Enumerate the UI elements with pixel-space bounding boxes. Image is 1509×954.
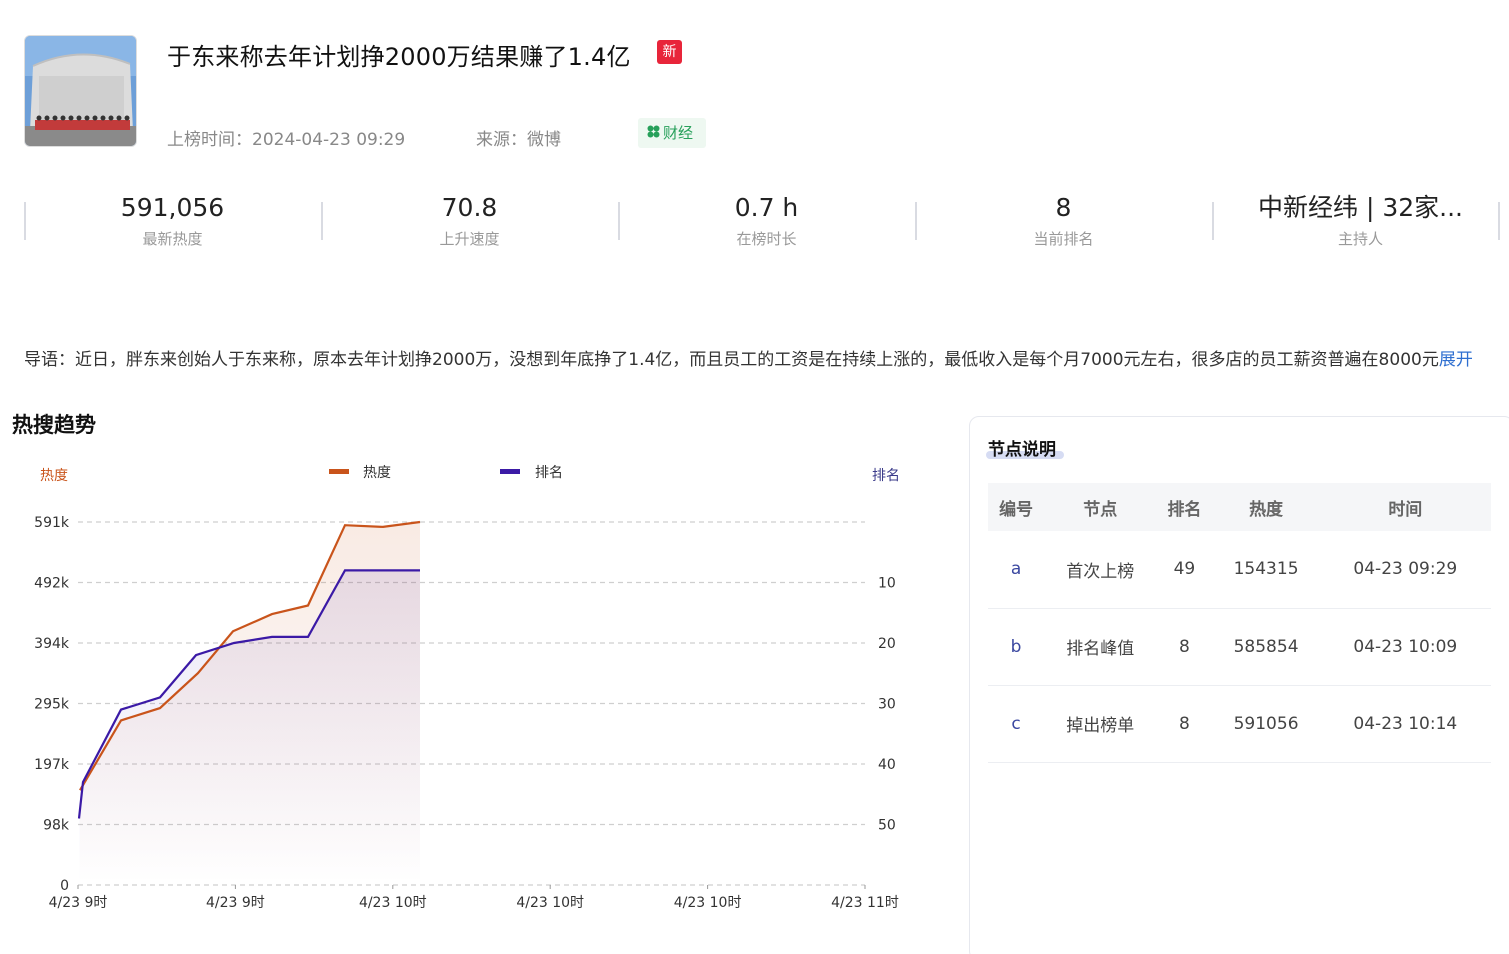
y2-tick-label: 10: [878, 576, 896, 592]
y2-tick-label: 30: [878, 697, 896, 713]
column-header: 时间: [1319, 483, 1491, 531]
stat-duration: 0.7 h 在榜时长: [618, 190, 915, 249]
expand-link[interactable]: 展开: [1439, 350, 1473, 370]
table-row[interactable]: c 掉出榜单 8 591056 04-23 10:14: [988, 685, 1491, 763]
cell-time: 04-23 10:14: [1319, 685, 1491, 763]
y-axis-title: 热度: [40, 468, 68, 484]
cell-time: 04-23 09:29: [1319, 531, 1491, 609]
category-label: 财经: [663, 124, 694, 142]
legend-rank-swatch: [500, 469, 520, 474]
table-row[interactable]: b 排名峰值 8 585854 04-23 10:09: [988, 608, 1491, 686]
y-tick-label: 98k: [43, 818, 70, 834]
x-tick-label: 4/23 9时: [49, 895, 108, 911]
y-tick-label: 295k: [34, 697, 70, 713]
legend-heat-label: 热度: [363, 465, 391, 481]
column-header: 热度: [1212, 483, 1320, 531]
topic-thumbnail: [24, 35, 137, 147]
cell-heat: 154315: [1212, 531, 1320, 609]
y2-tick-label: 50: [878, 818, 896, 834]
cell-rank: 8: [1156, 608, 1213, 686]
table-header-row: 编号 节点 排名 热度 时间: [988, 483, 1491, 531]
stat-divider: [1498, 202, 1500, 240]
rank-area: [79, 570, 420, 885]
table-row[interactable]: a 首次上榜 49 154315 04-23 09:29: [988, 531, 1491, 609]
trend-title: 热搜趋势: [12, 413, 96, 437]
intro-text: 导语：近日，胖东来创始人于东来称，原本去年计划挣2000万，没想到年底挣了1.4…: [24, 345, 1509, 370]
cell-node: 排名峰值: [1044, 608, 1157, 686]
y-tick-label: 492k: [34, 576, 70, 592]
node-panel-title: 节点说明: [988, 440, 1056, 460]
legend-rank-label: 排名: [535, 465, 563, 481]
y2-tick-label: 40: [878, 757, 896, 773]
stat-speed: 70.8 上升速度: [321, 190, 618, 249]
stats-bar: 591,056 最新热度 70.8 上升速度 0.7 h 在榜时长 8 当前排名…: [24, 190, 1502, 260]
cell-time: 04-23 10:09: [1319, 608, 1491, 686]
stat-rank: 8 当前排名: [915, 190, 1212, 249]
stat-heat: 591,056 最新热度: [24, 190, 321, 249]
cell-heat: 591056: [1212, 685, 1320, 763]
stat-value: 8: [1055, 193, 1072, 222]
clover-icon: [647, 118, 660, 148]
cell-node: 掉出榜单: [1044, 685, 1157, 763]
stat-value: 591,056: [120, 193, 225, 222]
column-header: 编号: [988, 483, 1045, 531]
x-tick-label: 4/23 9时: [206, 895, 265, 911]
cell-code: b: [988, 608, 1045, 686]
y-tick-label: 0: [60, 878, 69, 894]
x-tick-label: 4/23 10时: [674, 895, 742, 911]
stat-host: 中新经纬 | 32家... 主持人: [1212, 190, 1509, 249]
stat-label: 在榜时长: [736, 230, 797, 248]
stat-value: 70.8: [441, 193, 498, 222]
stat-label: 上升速度: [439, 230, 500, 248]
trend-chart[interactable]: 0 98k 197k 295k 394k 492k 591k 10 20 30 40 50 4/23 9…: [0, 450, 940, 920]
y2-tick-label: 20: [878, 636, 896, 652]
cell-heat: 585854: [1212, 608, 1320, 686]
stat-label: 最新热度: [142, 230, 203, 248]
new-badge: 新: [657, 40, 682, 64]
intro-body: 导语：近日，胖东来创始人于东来称，原本去年计划挣2000万，没想到年底挣了1.4…: [24, 350, 1439, 370]
node-table: 编号 节点 排名 热度 时间 a 首次上榜 49 154315 04-23 09…: [988, 483, 1491, 763]
y-tick-label: 197k: [34, 757, 70, 773]
stat-label: 主持人: [1337, 230, 1383, 248]
legend-heat-swatch: [329, 469, 349, 474]
column-header: 排名: [1156, 483, 1213, 531]
node-panel: 节点说明 编号 节点 排名 热度 时间 a 首次上榜 49 154315 04-…: [969, 416, 1509, 954]
x-tick-label: 4/23 10时: [516, 895, 584, 911]
y-tick-label: 591k: [34, 515, 70, 531]
column-header: 节点: [1044, 483, 1157, 531]
cell-rank: 49: [1156, 531, 1213, 609]
category-tag[interactable]: 财经: [638, 118, 706, 148]
y-tick-label: 394k: [34, 636, 70, 652]
cell-node: 首次上榜: [1044, 531, 1157, 609]
stat-label: 当前排名: [1033, 230, 1094, 248]
list-time: 上榜时间：2024-04-23 09:29: [167, 130, 406, 150]
y2-axis-title: 排名: [872, 468, 900, 484]
x-tick-label: 4/23 11时: [831, 895, 899, 911]
cell-code: a: [988, 531, 1045, 609]
topic-title[interactable]: 于东来称去年计划挣2000万结果赚了1.4亿: [167, 37, 631, 72]
stat-value[interactable]: 中新经纬 | 32家...: [1212, 190, 1509, 226]
cell-rank: 8: [1156, 685, 1213, 763]
cell-code: c: [988, 685, 1045, 763]
source-label: 来源：微博: [476, 130, 561, 150]
x-tick-label: 4/23 10时: [359, 895, 427, 911]
stat-value: 0.7 h: [734, 193, 799, 222]
